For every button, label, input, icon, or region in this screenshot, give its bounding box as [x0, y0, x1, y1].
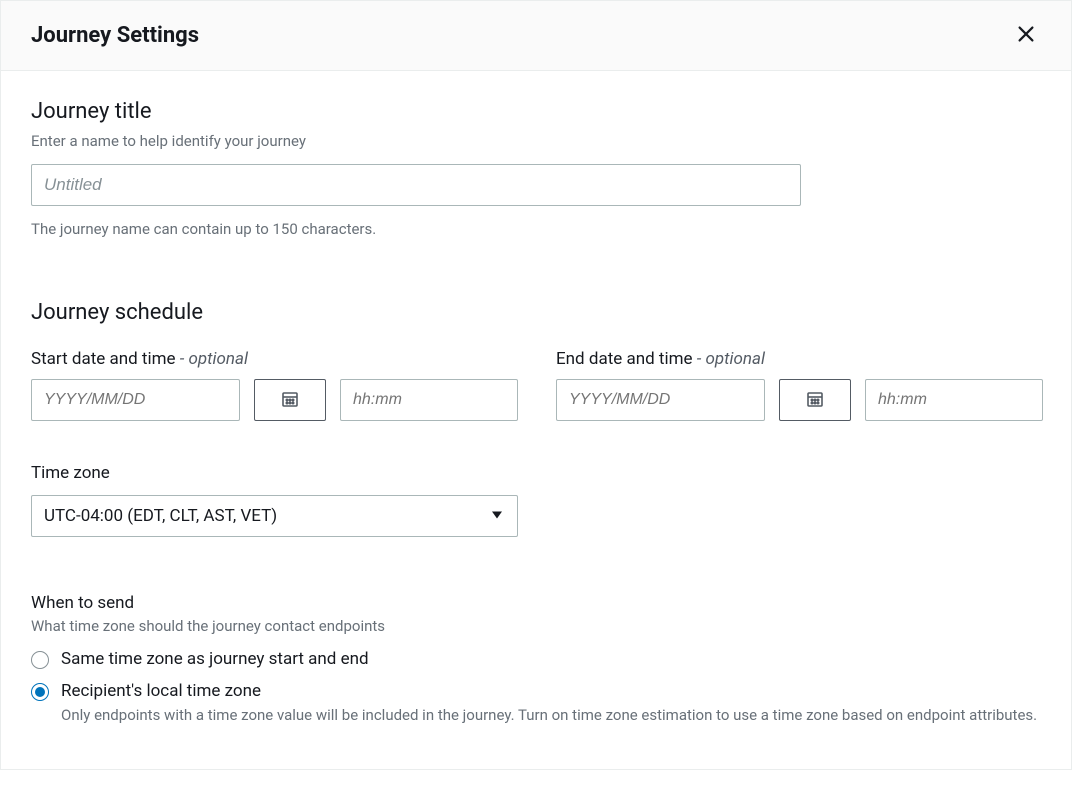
panel-body: Journey title Enter a name to help ident… — [1, 71, 1071, 769]
timezone-block: Time zone UTC-04:00 (EDT, CLT, AST, VET) — [31, 463, 1041, 537]
start-datetime-label: Start date and time - optional — [31, 349, 518, 369]
start-date-picker-button[interactable] — [254, 379, 326, 421]
start-date-input[interactable] — [31, 379, 240, 421]
end-time-input[interactable] — [865, 379, 1043, 421]
radio-recipient-local-label: Recipient's local time zone — [61, 681, 1041, 701]
radio-recipient-local[interactable] — [31, 683, 49, 701]
when-to-send-title: When to send — [31, 593, 1041, 613]
journey-schedule-section: Journey schedule Start date and time - o… — [31, 300, 1041, 727]
calendar-icon — [281, 390, 299, 411]
close-button[interactable] — [1011, 19, 1041, 52]
radio-option-recipient-local: Recipient's local time zone Only endpoin… — [31, 681, 1041, 727]
end-datetime-group: End date and time - optional — [556, 349, 1043, 421]
start-time-input[interactable] — [340, 379, 518, 421]
close-icon — [1015, 23, 1037, 48]
radio-recipient-local-hint: Only endpoints with a time zone value wi… — [61, 705, 1041, 727]
timezone-select[interactable]: UTC-04:00 (EDT, CLT, AST, VET) — [31, 495, 518, 537]
calendar-icon — [806, 390, 824, 411]
panel-header: Journey Settings — [1, 1, 1071, 71]
radio-same-timezone[interactable] — [31, 651, 49, 669]
start-datetime-group: Start date and time - optional — [31, 349, 518, 421]
end-date-picker-button[interactable] — [779, 379, 851, 421]
schedule-row: Start date and time - optional — [31, 349, 1041, 421]
journey-title-section: Journey title Enter a name to help ident… — [31, 99, 1041, 238]
journey-title-heading: Journey title — [31, 99, 1041, 124]
radio-option-same-timezone: Same time zone as journey start and end — [31, 649, 1041, 669]
end-datetime-label: End date and time - optional — [556, 349, 1043, 369]
radio-same-timezone-label: Same time zone as journey start and end — [61, 649, 1041, 669]
timezone-select-wrap: UTC-04:00 (EDT, CLT, AST, VET) — [31, 495, 518, 537]
timezone-label: Time zone — [31, 463, 1041, 483]
journey-schedule-heading: Journey schedule — [31, 300, 1041, 325]
journey-title-input[interactable] — [31, 164, 801, 206]
timezone-selected-value: UTC-04:00 (EDT, CLT, AST, VET) — [44, 506, 277, 526]
when-to-send-description: What time zone should the journey contac… — [31, 617, 1041, 635]
panel-title: Journey Settings — [31, 23, 199, 48]
journey-settings-panel: Journey Settings Journey title Enter a n… — [0, 0, 1072, 770]
journey-title-hint: The journey name can contain up to 150 c… — [31, 220, 1041, 238]
when-to-send-block: When to send What time zone should the j… — [31, 593, 1041, 727]
end-date-input[interactable] — [556, 379, 765, 421]
journey-title-description: Enter a name to help identify your journ… — [31, 132, 1041, 150]
